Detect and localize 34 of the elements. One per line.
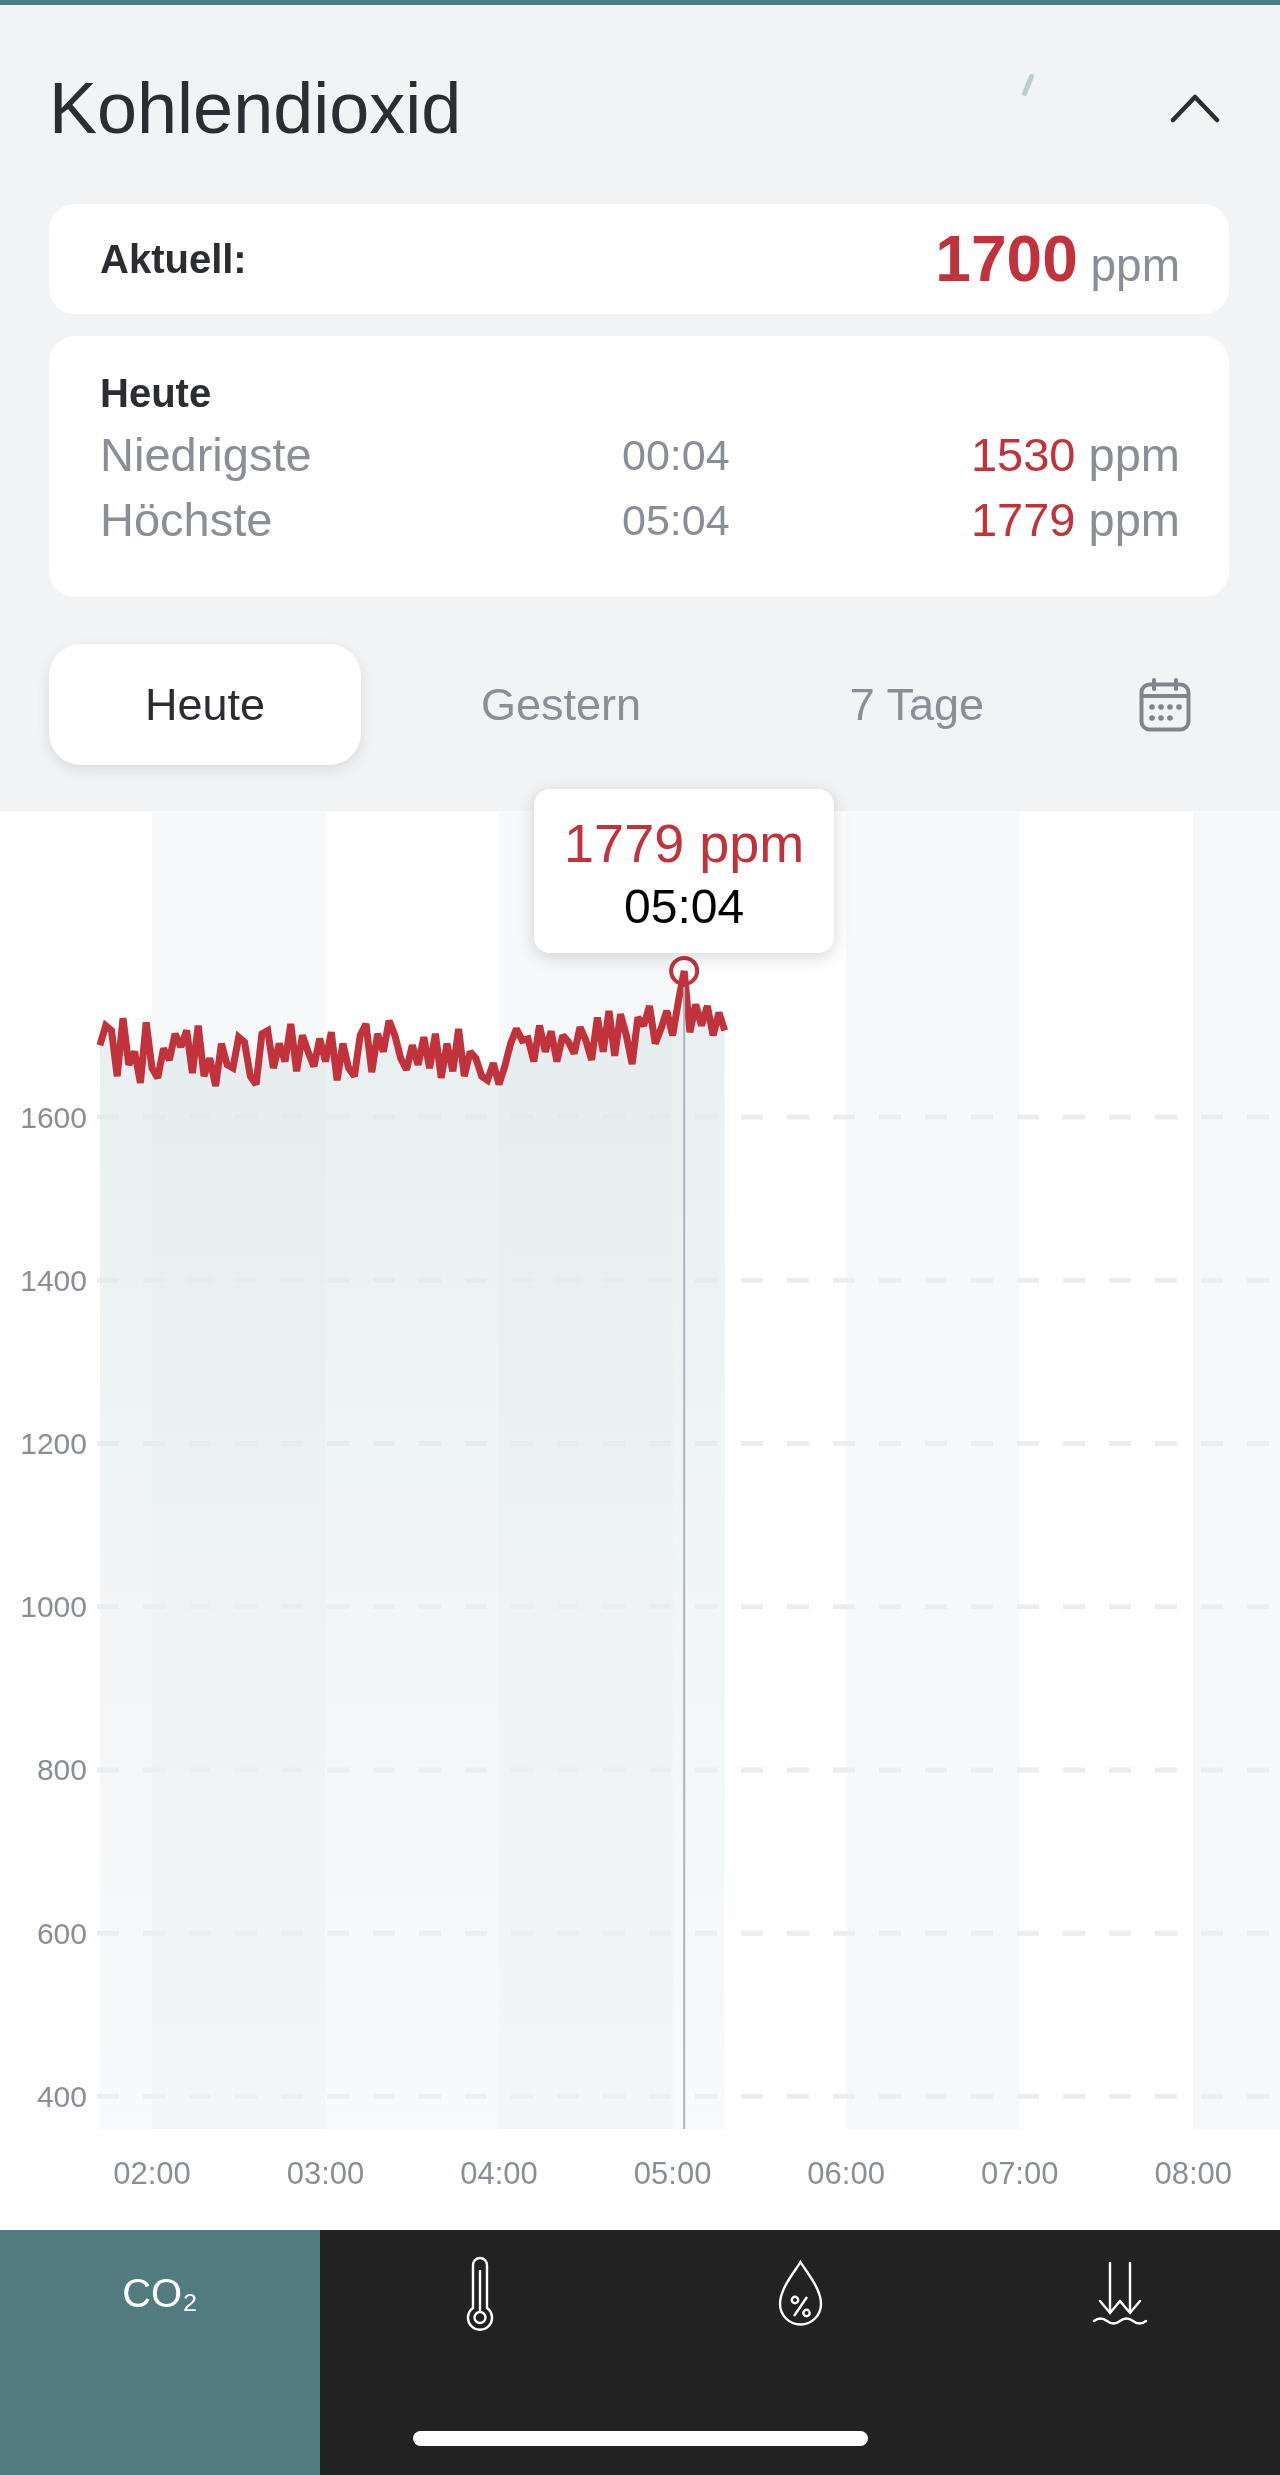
x-axis-label: 06:00 [807,2155,885,2191]
stat-time: 00:04 [622,429,730,480]
slash-stroke-icon [1021,73,1035,97]
x-axis-label: 02:00 [113,2155,191,2191]
drop-percent-icon [776,2259,824,2328]
y-axis-label: 1000 [20,1590,87,1624]
period-tab[interactable]: Gestern [405,644,717,765]
stat-reading: 1779 ppm [970,491,1180,548]
period-tab[interactable]: Heute [49,644,361,765]
y-axis-label: 1400 [20,1263,87,1297]
y-axis-label: 1200 [20,1427,87,1460]
current-label: Aktuell: [100,236,247,283]
stat-label: Niedrigste [100,426,312,483]
point-marker-icon [669,955,700,986]
stat-label: Höchste [100,491,273,548]
stat-reading: 1530 ppm [970,426,1180,483]
current-reading: 1700 ppm [935,227,1180,291]
summary-title: Heute [100,370,212,417]
y-axis-label: 1600 [20,1100,87,1134]
y-axis-label: 600 [36,1916,87,1950]
y-axis-label: 400 [36,2079,87,2113]
x-axis-label: 04:00 [460,2155,538,2191]
section-title: Kohlendioxid [49,67,462,150]
calendar-icon [1139,677,1191,732]
x-axis-label: 03:00 [286,2155,365,2191]
y-axis-label: 800 [36,1753,87,1787]
x-axis-label: 05:00 [633,2155,712,2191]
x-axis-label: 07:00 [980,2155,1059,2191]
tooltip-value: 1779 ppm [564,812,805,875]
x-axis-label: 08:00 [1154,2155,1232,2191]
nav-tab[interactable]: CO₂ [0,2230,320,2475]
tooltip-time: 05:04 [624,879,745,935]
period-tab[interactable]: 7 Tage [761,644,1073,765]
stat-time: 05:04 [622,494,730,545]
